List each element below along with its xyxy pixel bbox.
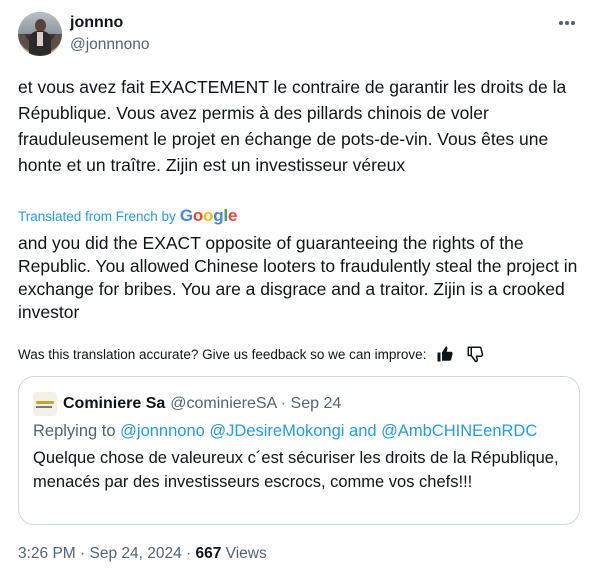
more-icon[interactable]: [556, 12, 578, 34]
author-avatar[interactable]: [18, 12, 62, 56]
author-handle[interactable]: @jonnnono: [70, 36, 150, 54]
feedback-prompt: Was this translation accurate? Give us f…: [18, 346, 427, 362]
quoted-author-avatar[interactable]: [33, 392, 57, 416]
author-name[interactable]: jonnno: [70, 14, 123, 32]
replying-mentions[interactable]: @jonnnono @JDesireMokongi and @AmbCHINEe…: [120, 422, 537, 440]
views-label: Views: [221, 545, 267, 562]
translation-feedback: Was this translation accurate? Give us f…: [18, 344, 486, 364]
quoted-author-handle-date: @cominiereSA · Sep 24: [170, 395, 342, 412]
quoted-replying-to: Replying to @jonnnono @JDesireMokongi an…: [33, 422, 537, 441]
views-count: 667: [195, 545, 222, 562]
thumbs-down-icon[interactable]: [464, 344, 486, 364]
quoted-tweet[interactable]: Cominiere Sa @cominiereSA · Sep 24 Reply…: [18, 376, 580, 525]
translated-from-label: Translated from French by: [18, 208, 176, 224]
tweet-meta: 3:26 PM · Sep 24, 2024 · 667 Views: [18, 545, 267, 563]
tweet-original-text: et vous avez fait EXACTEMENT le contrair…: [18, 77, 567, 175]
quoted-tweet-header: Cominiere Sa @cominiereSA · Sep 24: [33, 392, 342, 416]
thumbs-up-icon[interactable]: [434, 344, 456, 364]
translated-by-link[interactable]: Translated from French by Google: [18, 206, 237, 226]
quoted-author-name[interactable]: Cominiere Sa: [63, 395, 165, 413]
quoted-tweet-text: Quelque chose de valeureux c´est sécuris…: [33, 449, 559, 491]
tweet-timestamp[interactable]: 3:26 PM · Sep 24, 2024 ·: [18, 545, 196, 562]
tweet-translation-text: and you did the EXACT opposite of guaran…: [18, 233, 578, 322]
tweet-header: jonnno @jonnnono: [18, 12, 580, 58]
google-logo: Google: [179, 206, 238, 225]
replying-to-label: Replying to: [33, 422, 116, 440]
